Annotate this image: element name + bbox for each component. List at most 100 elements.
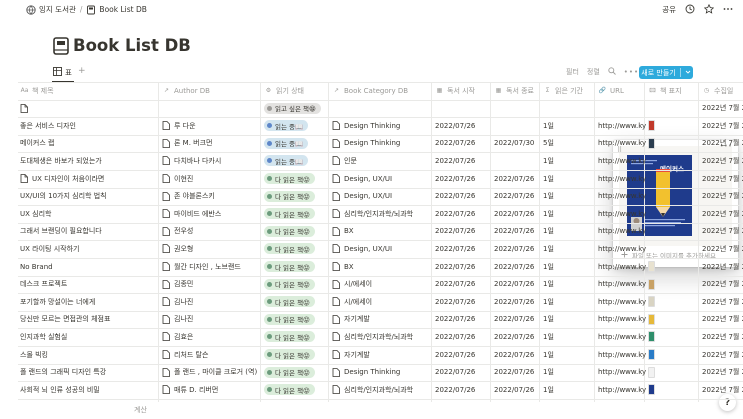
table-cell-title[interactable]: 포기할까 망설이는 너에게 <box>20 293 160 310</box>
status-badge[interactable]: 다 읽은 책😝 <box>264 243 315 255</box>
table-cell-collected[interactable]: 2022년 7월 2 <box>702 328 743 345</box>
table-cell-author[interactable]: 김효은 <box>162 328 262 345</box>
table-cell-period[interactable]: 1일 <box>543 188 596 205</box>
table-cell-collected[interactable]: 2022년 7월 2 <box>702 152 743 169</box>
table-cell-title[interactable]: UX/UI의 10가지 심리학 법칙 <box>20 188 160 205</box>
table-cell-period[interactable]: 1일 <box>543 346 596 363</box>
table-cell-start[interactable] <box>435 100 492 117</box>
table-cell-url[interactable] <box>598 100 646 117</box>
table-cell-status[interactable]: 읽는 중📖 <box>264 117 330 134</box>
chevron-down-icon[interactable] <box>685 69 691 77</box>
table-cell-start[interactable]: 2022/07/26 <box>435 346 492 363</box>
table-cell-cover[interactable] <box>648 293 700 310</box>
table-cell-cover[interactable] <box>648 117 700 134</box>
table-cell-cover[interactable] <box>648 381 700 398</box>
table-cell-url[interactable]: http://www.kyo <box>598 328 646 345</box>
table-cell-author[interactable]: 다치바나 다카시 <box>162 152 262 169</box>
table-cell-author[interactable]: 이현진 <box>162 170 262 187</box>
table-cell-cover[interactable] <box>648 311 700 328</box>
table-cell-collected[interactable]: 2022년 7월 2 <box>702 381 743 398</box>
table-cell-title[interactable] <box>20 100 160 117</box>
book-cover-thumbnail[interactable] <box>648 313 655 325</box>
table-cell-title[interactable]: 사회적 뇌 인류 성공의 비밀 <box>20 381 160 398</box>
table-cell-end[interactable]: 2022/07/30 <box>494 135 541 152</box>
table-cell-collected[interactable]: 2022년 7월 2 <box>702 135 743 152</box>
table-cell-period[interactable]: 1일 <box>543 328 596 345</box>
table-cell-start[interactable]: 2022/07/26 <box>435 170 492 187</box>
table-cell-status[interactable]: 다 읽은 책😝 <box>264 223 330 240</box>
table-cell-period[interactable] <box>543 100 596 117</box>
table-cell-status[interactable]: 다 읽은 책😝 <box>264 364 330 381</box>
table-cell-url[interactable]: http://www.kyo <box>598 170 646 187</box>
table-cell-start[interactable]: 2022/07/26 <box>435 240 492 257</box>
table-cell-category[interactable]: Design Thinking <box>332 117 433 134</box>
table-cell-title[interactable]: 데스크 프로젝트 <box>20 276 160 293</box>
table-cell-author[interactable]: 김종민 <box>162 276 262 293</box>
table-cell-start[interactable]: 2022/07/26 <box>435 135 492 152</box>
table-cell-url[interactable]: http://www.kyo <box>598 364 646 381</box>
table-cell-period[interactable]: 1일 <box>543 170 596 187</box>
table-cell-period[interactable]: 1일 <box>543 293 596 310</box>
table-cell-collected[interactable]: 2022년 7월 2 <box>702 100 743 117</box>
status-badge[interactable]: 다 읽은 책😝 <box>264 349 315 360</box>
table-cell-status[interactable]: 다 읽은 책😝 <box>264 188 330 205</box>
table-cell-category[interactable]: BX <box>332 258 433 275</box>
table-cell-end[interactable]: 2022/07/26 <box>494 364 541 381</box>
table-cell-url[interactable]: http://www.kyo <box>598 117 646 134</box>
table-cell-author[interactable]: 권오형 <box>162 240 262 257</box>
table-cell-cover[interactable] <box>648 135 700 152</box>
table-cell-status[interactable]: 다 읽은 책😝 <box>264 170 330 187</box>
table-cell-end[interactable]: 2022/07/26 <box>494 328 541 345</box>
table-cell-url[interactable]: http://www.kyo <box>598 258 646 275</box>
column-header[interactable]: Aa 책 제목 <box>20 82 160 99</box>
column-header[interactable]: ⚙ 읽기 상태 <box>264 82 330 99</box>
table-cell-url[interactable]: http://www.kyo <box>598 135 646 152</box>
book-cover-thumbnail[interactable] <box>648 137 655 149</box>
table-cell-start[interactable]: 2022/07/26 <box>435 188 492 205</box>
table-cell-start[interactable]: 2022/07/26 <box>435 328 492 345</box>
table-cell-category[interactable]: 심리학/인지과학/뇌과학 <box>332 381 433 398</box>
table-cell-category[interactable]: 심리학/인지과학/뇌과학 <box>332 205 433 222</box>
table-cell-status[interactable]: 읽는 중📖 <box>264 152 330 169</box>
book-cover-thumbnail[interactable] <box>648 278 655 290</box>
table-cell-status[interactable]: 다 읽은 책😝 <box>264 276 330 293</box>
table-cell-end[interactable]: 2022/07/26 <box>494 205 541 222</box>
table-cell-url[interactable]: http://www.kyo <box>598 223 646 240</box>
table-cell-url[interactable]: http://www.kyo <box>598 346 646 363</box>
table-cell-cover[interactable] <box>648 364 700 381</box>
table-cell-title[interactable]: 스몰 빅킹 <box>20 346 160 363</box>
status-badge[interactable]: 다 읽은 책😝 <box>264 208 315 220</box>
column-header[interactable]: ▦ 독서 종료 <box>494 82 541 99</box>
table-cell-url[interactable]: http://www.kyo <box>598 276 646 293</box>
breadcrumb-workspace[interactable]: 잉지 도서관 <box>39 4 76 15</box>
status-badge[interactable]: 다 읽은 책😝 <box>264 278 315 290</box>
table-cell-cover[interactable] <box>648 276 700 293</box>
status-badge[interactable]: 다 읽은 책😝 <box>264 261 315 272</box>
table-cell-category[interactable]: Design Thinking <box>332 135 433 152</box>
search-icon[interactable] <box>608 67 616 77</box>
table-cell-title[interactable]: UX 심리학 <box>20 205 160 222</box>
status-badge[interactable]: 다 읽은 책😝 <box>264 366 315 378</box>
table-cell-category[interactable]: Design, UX/UI <box>332 188 433 205</box>
status-badge[interactable]: 읽는 중📖 <box>264 120 309 132</box>
column-header[interactable]: ▦ 독서 시작 <box>435 82 492 99</box>
table-cell-category[interactable]: Design Thinking <box>332 364 433 381</box>
book-cover-thumbnail[interactable] <box>648 120 655 132</box>
table-cell-title[interactable]: 당신만 모르는 면접관의 체점표 <box>20 311 160 328</box>
table-cell-collected[interactable]: 2022년 7월 2 <box>702 293 743 310</box>
column-header[interactable]: ↗ Author DB <box>162 82 262 99</box>
status-badge[interactable]: 다 읽은 책😝 <box>264 296 315 308</box>
table-cell-collected[interactable]: 2022년 7월 2 <box>702 346 743 363</box>
table-cell-collected[interactable]: 2022년 7월 2 <box>702 188 743 205</box>
book-cover-thumbnail[interactable] <box>648 384 655 396</box>
table-cell-title[interactable]: 메이커스 랩 <box>20 135 160 152</box>
share-button[interactable]: 공유 <box>662 4 676 15</box>
status-badge[interactable]: 다 읽은 책😝 <box>264 331 315 343</box>
table-cell-url[interactable]: http://www.kyo <box>598 205 646 222</box>
table-cell-status[interactable]: 다 읽은 책😝 <box>264 240 330 257</box>
status-badge[interactable]: 다 읽은 책😝 <box>264 190 315 202</box>
table-cell-start[interactable]: 2022/07/26 <box>435 276 492 293</box>
table-cell-title[interactable]: 인지과학 실험실 <box>20 328 160 345</box>
table-cell-category[interactable] <box>332 100 433 117</box>
table-cell-status[interactable]: 다 읽은 책😝 <box>264 293 330 310</box>
